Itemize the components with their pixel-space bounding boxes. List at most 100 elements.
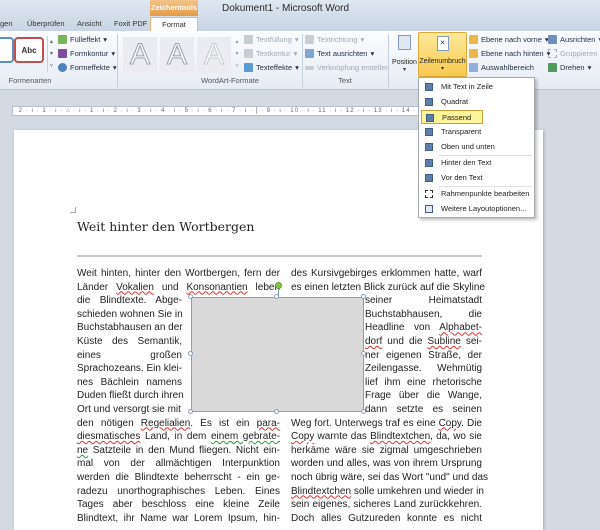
rotate-button[interactable]: Drehen ▾ bbox=[548, 63, 591, 72]
selection-pane-button[interactable]: Auswahlbereich bbox=[469, 63, 534, 72]
shape-outline-button[interactable]: Formkontur ▾ bbox=[58, 49, 115, 58]
text-line: Sprachozeans. Ein klei- bbox=[77, 362, 182, 376]
text-outline-icon bbox=[244, 49, 253, 58]
tab-ansicht[interactable]: Ansicht bbox=[77, 17, 102, 31]
tab-ueberpruefen[interactable]: Überprüfen bbox=[27, 17, 65, 31]
text-run: radezu unorthographisches Leben. Eines bbox=[77, 486, 280, 497]
text-run: Weit hinten, hinter den Wortbergen, fern… bbox=[77, 268, 280, 279]
align-text-button[interactable]: Text ausrichten ▾ bbox=[305, 49, 374, 58]
group-label-text: Text bbox=[320, 76, 370, 85]
text-run: und bbox=[154, 282, 187, 293]
menu-item-square[interactable]: Quadrat bbox=[421, 95, 532, 109]
menu-item-behind-text[interactable]: Hinter den Text bbox=[421, 156, 532, 170]
spelling-error-word: Copy bbox=[439, 418, 462, 429]
selected-shape-rectangle[interactable] bbox=[191, 297, 364, 412]
menu-item-tight[interactable]: Passend bbox=[421, 110, 483, 124]
bring-forward-icon bbox=[469, 35, 478, 44]
spelling-error-word: para- bbox=[257, 418, 280, 429]
menu-item-in-line-with-text[interactable]: Mit Text in Zeile bbox=[421, 80, 532, 94]
bring-forward-button[interactable]: Ebene nach vorne ▾ bbox=[469, 35, 549, 44]
menu-item-more-layout-options[interactable]: Weitere Layoutoptionen... bbox=[421, 202, 532, 216]
text-effects-icon bbox=[244, 63, 253, 72]
text-run: Sprachozeans. Ein klei- bbox=[77, 363, 182, 374]
position-button[interactable]: Position ▾ bbox=[391, 33, 418, 77]
text-run: worden und alles, was von ihrem Ursprung bbox=[291, 458, 482, 469]
text-line: lief ihm eine rhetorische bbox=[365, 376, 482, 390]
text-run: Frage über die Wange, bbox=[365, 390, 482, 401]
fill-effect-button[interactable]: Fülleffekt ▾ bbox=[58, 35, 107, 44]
rotation-handle[interactable] bbox=[275, 282, 282, 289]
text-run: Land, in dem bbox=[140, 431, 211, 442]
text-run: . Die bbox=[461, 418, 482, 429]
text-run: . Es ist ein bbox=[190, 418, 256, 429]
text-line: ner eigenen Straße, der bbox=[365, 349, 482, 363]
shape-effects-button[interactable]: Formeffekte ▾ bbox=[58, 63, 117, 72]
text-line: diesmatisches Land, in dem einem gebrate… bbox=[77, 430, 280, 444]
text-line: radezu unorthographisches Leben. Eines bbox=[77, 485, 280, 499]
wordart-style-2[interactable]: A bbox=[160, 37, 194, 73]
text-line: Länder Vokalien und Konsonantien leben bbox=[77, 281, 280, 295]
resize-handle[interactable] bbox=[361, 351, 366, 356]
layout-options-icon bbox=[425, 205, 433, 213]
text-run: Länder bbox=[77, 282, 116, 293]
wordart-gallery-scroll[interactable]: ▴▾▿ bbox=[233, 36, 241, 72]
wrap-tight-icon bbox=[426, 114, 434, 122]
send-backward-button[interactable]: Ebene nach hinten ▾ bbox=[469, 49, 550, 58]
spelling-error-word: Vokalien bbox=[116, 282, 154, 293]
tab-sendungen[interactable]: gen bbox=[0, 17, 13, 31]
resize-handle[interactable] bbox=[361, 294, 366, 299]
group-label-formenarten: Formenarten bbox=[0, 76, 60, 85]
text-effects-button[interactable]: Texteffekte ▾ bbox=[244, 63, 299, 72]
resize-handle[interactable] bbox=[361, 409, 366, 414]
resize-handle[interactable] bbox=[188, 409, 193, 414]
edit-wrap-points-icon bbox=[425, 190, 433, 198]
tab-format[interactable]: Format bbox=[150, 17, 198, 31]
group-button[interactable]: Gruppieren ▾ bbox=[548, 49, 600, 58]
wrap-text-icon: ✕ bbox=[437, 36, 449, 51]
text-line: werden die Blindtexte beherrscht - ein g… bbox=[77, 471, 280, 485]
link-icon bbox=[305, 66, 314, 70]
text-line: Headline von Alphabet- bbox=[365, 321, 482, 335]
align-button[interactable]: Ausrichten ▾ bbox=[548, 35, 600, 44]
wrap-behind-icon bbox=[425, 159, 433, 167]
text-run: des Kursivgebirges erklommen hatte, warf bbox=[291, 268, 482, 279]
style-gallery-scroll[interactable]: ▴▾▿ bbox=[47, 36, 55, 72]
shape-style-blue[interactable] bbox=[0, 37, 14, 63]
resize-handle[interactable] bbox=[188, 294, 193, 299]
text-line: schieden wohnen Sie in bbox=[77, 308, 182, 322]
position-icon bbox=[398, 35, 411, 50]
effects-icon bbox=[58, 63, 67, 72]
text-run: Doch alles Gutzureden konnte es nicht bbox=[291, 513, 482, 524]
spelling-error-word: Blindtextchen bbox=[291, 486, 351, 497]
window-title: Dokument1 - Microsoft Word bbox=[222, 3, 349, 14]
tab-foxit-pdf[interactable]: Foxit PDF bbox=[114, 17, 147, 31]
wordart-style-1[interactable]: A bbox=[123, 37, 157, 73]
text-line: Duden fließt durch ihren bbox=[77, 389, 182, 403]
resize-handle[interactable] bbox=[188, 351, 193, 356]
menu-item-in-front-of-text[interactable]: Vor den Text bbox=[421, 171, 532, 185]
wordart-style-3[interactable]: A bbox=[197, 37, 231, 73]
text-outline-button[interactable]: Textkontur ▾ bbox=[244, 49, 297, 58]
text-line: Blindtextchen solle umkehren und wieder … bbox=[291, 485, 482, 499]
resize-handle[interactable] bbox=[274, 409, 279, 414]
shape-style-red[interactable]: Abc bbox=[14, 37, 44, 63]
menu-item-edit-wrap-points[interactable]: Rahmenpunkte bearbeiten bbox=[421, 187, 532, 201]
text-line: Copy warnte das Blindtextchen, da, wo si… bbox=[291, 430, 482, 444]
text-line: Ort und versorgt sie mit bbox=[77, 403, 182, 417]
group-label-wordart: WordArt-Formate bbox=[170, 76, 290, 85]
text-line: ne Satzteile in den Mund fliegen. Nicht … bbox=[77, 444, 280, 458]
text-fill-button[interactable]: Textfüllung ▾ bbox=[244, 35, 299, 44]
create-link-button[interactable]: Verknüpfung erstellen bbox=[305, 63, 390, 72]
text-run: die Blindtexte. Abge- bbox=[77, 295, 182, 306]
spelling-error-word: Subline bbox=[427, 336, 460, 347]
wrap-text-dropdown: Mit Text in Zeile Quadrat Passend Transp… bbox=[418, 77, 535, 218]
menu-item-top-and-bottom[interactable]: Oben und unten bbox=[421, 140, 532, 154]
spelling-error-word: Regelialien bbox=[141, 418, 190, 429]
wrap-text-button[interactable]: ✕ Zeilenumbruch ▾ bbox=[418, 32, 467, 77]
text-run: nes Bächlein namens bbox=[77, 377, 182, 388]
text-line: Weit hinten, hinter den Wortbergen, fern… bbox=[77, 267, 280, 281]
menu-item-through[interactable]: Transparent bbox=[421, 125, 532, 139]
text-run: mal von der allmächtigen Interpunktion bbox=[77, 458, 280, 469]
text-direction-button[interactable]: Textrichtung ▾ bbox=[305, 35, 364, 44]
resize-handle[interactable] bbox=[274, 294, 279, 299]
